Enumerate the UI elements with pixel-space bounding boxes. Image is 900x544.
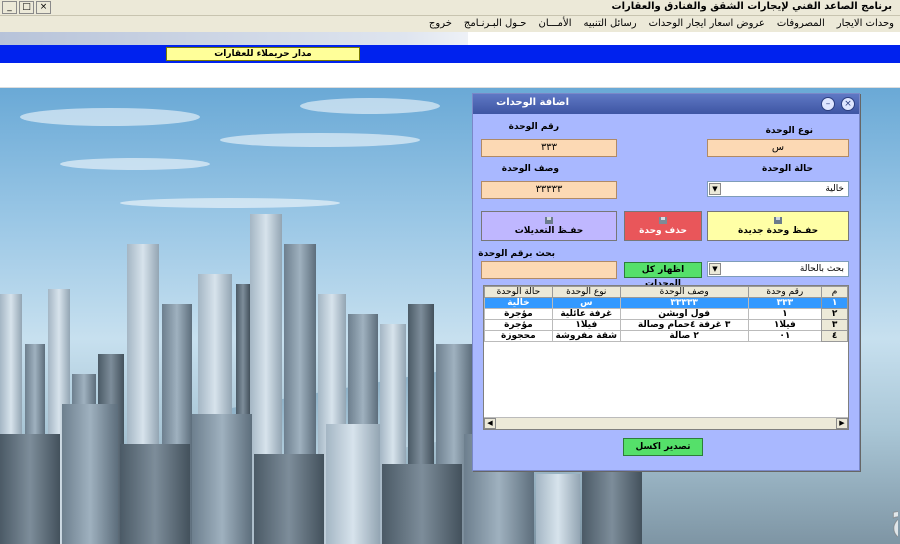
- cell-unit-type: شقة مفروشة: [551, 330, 621, 342]
- horizontal-scrollbar[interactable]: ◀ ▶: [484, 417, 848, 429]
- window-titlebar: _ □ × برنامج الصاعد الفني لإيجارات الشقق…: [0, 0, 900, 16]
- cell-unit-type: غرفة عائلية: [551, 308, 621, 320]
- table-row[interactable]: ٤ ٠١ ٢ صالة شقة مفروشة محجوزة: [484, 330, 848, 342]
- menu-item-rental-units[interactable]: وحدات الايجار: [837, 16, 894, 32]
- menu-item-rental-quotes[interactable]: عروض اسعار ايجار الوحدات: [649, 16, 765, 32]
- delete-unit-button[interactable]: حذف وحدة: [624, 211, 702, 241]
- col-header-unit-desc[interactable]: وصف الوحدة: [619, 286, 749, 298]
- cell-unit-desc: فول اوبشن: [619, 308, 749, 320]
- scroll-left-icon[interactable]: ◀: [484, 418, 496, 429]
- search-by-number-input[interactable]: [481, 261, 617, 279]
- cell-unit-type: س: [551, 297, 621, 309]
- dialog-minimize-icon[interactable]: –: [821, 97, 835, 111]
- cell-unit-desc: ٢ صالة: [619, 330, 749, 342]
- maximize-button[interactable]: □: [19, 1, 34, 14]
- row-index: ٤: [821, 330, 848, 342]
- units-table: م رقم وحدة وصف الوحدة نوع الوحدة حالة ال…: [484, 286, 848, 342]
- table-row[interactable]: ٣ فيلا١ ٣ غرفة ٤حمام وصالة فيلا١ مؤجرة: [484, 319, 848, 331]
- cell-unit-status: محجوزة: [484, 330, 553, 342]
- company-name: مدار حريملاء للعقارات: [166, 47, 360, 61]
- row-index: ٣: [821, 319, 848, 331]
- close-button[interactable]: ×: [36, 1, 51, 14]
- col-header-unit-number[interactable]: رقم وحدة: [747, 286, 823, 298]
- search-by-status-select[interactable]: ▼ بحث بالحالة: [707, 261, 849, 277]
- row-index: ١: [821, 297, 848, 309]
- save-icon: [545, 217, 553, 224]
- cell-unit-number: فيلا١: [747, 319, 823, 331]
- delete-icon: [659, 217, 667, 224]
- unit-desc-label: وصف الوحدة: [501, 164, 559, 174]
- unit-status-select[interactable]: ▼ خالية: [707, 181, 849, 197]
- cell-unit-type: فيلا١: [551, 319, 621, 331]
- unit-type-field[interactable]: س: [707, 139, 849, 157]
- dialog-close-icon[interactable]: ×: [841, 97, 855, 111]
- dialog-titlebar: اضافة الوحدات – ×: [473, 94, 859, 114]
- unit-status-label: حالة الوحدة: [762, 164, 813, 174]
- dialog-title: اضافة الوحدات: [496, 97, 569, 108]
- table-row[interactable]: ٢ ١ فول اوبشن غرفة عائلية مؤجرة: [484, 308, 848, 320]
- menu-item-security[interactable]: الأمـــان: [539, 16, 572, 32]
- cell-unit-desc: ٣ غرفة ٤حمام وصالة: [619, 319, 749, 331]
- cell-unit-desc: ٣٣٣٣٣: [619, 297, 749, 309]
- menu-item-expenses[interactable]: المصروفات: [777, 16, 825, 32]
- row-index: ٢: [821, 308, 848, 320]
- save-new-unit-button[interactable]: حفـظ وحدة جديدة: [707, 211, 849, 241]
- scroll-right-icon[interactable]: ▶: [836, 418, 848, 429]
- window-title: برنامج الصاعد الفني لإيجارات الشقق والفن…: [611, 1, 892, 12]
- menu-item-alert-messages[interactable]: رسائل التنبيه: [584, 16, 637, 32]
- unit-number-field[interactable]: ٣٣٣: [481, 139, 617, 157]
- col-header-unit-status[interactable]: حالة الوحدة: [484, 286, 553, 298]
- haraj-watermark: حراج: [890, 490, 899, 540]
- cell-unit-number: ٣٣٣: [747, 297, 823, 309]
- cell-unit-status: خالية: [484, 297, 553, 309]
- cell-unit-number: ٠١: [747, 330, 823, 342]
- cell-unit-status: مؤجرة: [484, 319, 553, 331]
- cell-unit-number: ١: [747, 308, 823, 320]
- unit-number-label: رقم الوحدة: [508, 122, 559, 132]
- decorative-strip: [0, 32, 900, 45]
- export-excel-button[interactable]: تصدير اكسل: [623, 438, 703, 456]
- toolbar-area: [0, 63, 900, 88]
- minimize-button[interactable]: _: [2, 1, 17, 14]
- company-banner: مدار حريملاء للعقارات: [0, 45, 900, 63]
- cell-unit-status: مؤجرة: [484, 308, 553, 320]
- menu-item-about[interactable]: حـول البـرنـامج: [464, 16, 527, 32]
- save-edits-button[interactable]: حفـظ التعديلات: [481, 211, 617, 241]
- table-row[interactable]: ١ ٣٣٣ ٣٣٣٣٣ س خالية: [484, 297, 848, 309]
- units-grid[interactable]: م رقم وحدة وصف الوحدة نوع الوحدة حالة ال…: [483, 285, 849, 430]
- unit-desc-field[interactable]: ٣٣٣٣٣: [481, 181, 617, 199]
- search-by-number-label: بحث برقم الوحدة: [478, 249, 555, 259]
- chevron-down-icon[interactable]: ▼: [709, 183, 721, 195]
- window-controls: _ □ ×: [2, 1, 51, 14]
- col-header-index[interactable]: م: [821, 286, 848, 298]
- save-icon: [774, 217, 782, 224]
- menu-item-exit[interactable]: خروج: [429, 16, 452, 32]
- chevron-down-icon[interactable]: ▼: [709, 263, 721, 275]
- col-header-unit-type[interactable]: نوع الوحدة: [551, 286, 621, 298]
- unit-type-label: نوع الوحدة: [765, 126, 813, 136]
- watermark-text: حراج: [890, 490, 898, 540]
- show-all-units-button[interactable]: اظهار كل الوحدات: [624, 262, 702, 289]
- menu-bar: وحدات الايجار المصروفات عروض اسعار ايجار…: [0, 16, 900, 32]
- add-units-dialog: اضافة الوحدات – × نوع الوحدة س حالة الوح…: [472, 93, 860, 471]
